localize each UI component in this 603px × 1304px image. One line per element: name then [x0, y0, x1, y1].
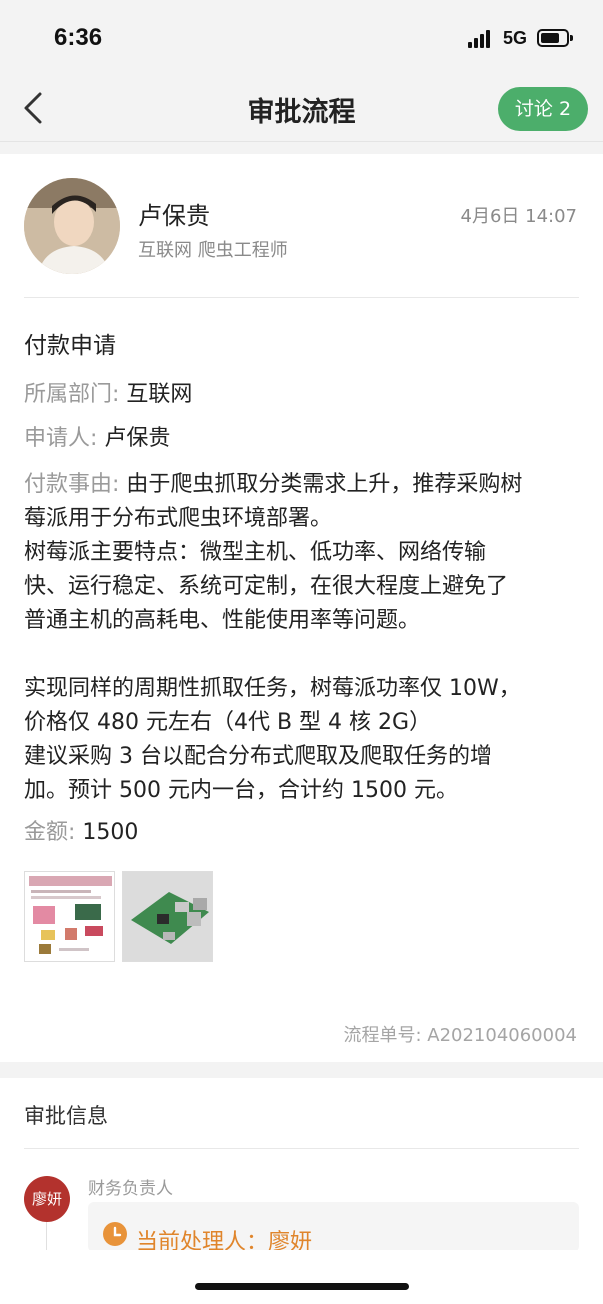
signal-icon — [468, 30, 494, 48]
attachment-thumbnail-2[interactable] — [122, 871, 213, 962]
discuss-button[interactable]: 讨论 2 — [498, 87, 588, 131]
applicant-role: 互联网 爬虫工程师 — [138, 240, 288, 261]
current-handler-box: 当前处理人：廖妍 — [88, 1202, 579, 1255]
timeline-line — [46, 1222, 47, 1252]
reason-line: 加。预计 500 元内一台，合计约 1500 元。 — [24, 778, 458, 803]
avatar-photo-icon — [24, 178, 120, 274]
home-indicator[interactable] — [195, 1283, 409, 1290]
nav-bar: 审批流程 讨论 2 — [0, 78, 603, 142]
reason-line: 树莓派主要特点：微型主机、低功率、网络传输 — [24, 540, 487, 565]
reason-text: 由于爬虫抓取分类需求上升，推荐采购树 — [126, 472, 523, 497]
reason-line: 付款事由: 由于爬虫抓取分类需求上升，推荐采购树 — [24, 468, 582, 502]
amount-field: 金额: 1500 — [24, 816, 584, 850]
reason-line: 莓派用于分布式爬虫环境部署。 — [24, 506, 333, 531]
amount-value: 1500 — [82, 820, 139, 845]
applicant-label: 申请人: — [24, 426, 98, 451]
attachment-thumbnail-1[interactable] — [24, 871, 115, 962]
department-field: 所属部门: 互联网 — [24, 378, 584, 412]
battery-icon — [537, 29, 573, 47]
circuit-board-image-icon — [123, 872, 212, 961]
bottom-area — [0, 1250, 603, 1304]
avatar[interactable] — [24, 178, 120, 274]
amount-label: 金额: — [24, 820, 76, 845]
status-time: 6:36 — [54, 24, 103, 51]
reason-line: 价格仅 480 元左右（4代 B 型 4 核 2G） — [24, 710, 432, 735]
applicant-value: 卢保贵 — [104, 426, 171, 451]
reason-field: 付款事由: 由于爬虫抓取分类需求上升，推荐采购树 莓派用于分布式爬虫环境部署。 … — [24, 468, 582, 808]
reason-label: 付款事由: — [24, 472, 120, 497]
status-bar: 6:36 5G — [0, 0, 603, 78]
document-image-icon — [25, 872, 114, 961]
department-label: 所属部门: — [24, 382, 120, 407]
section-gap — [0, 1062, 603, 1078]
approver-avatar[interactable]: 廖妍 — [24, 1176, 70, 1222]
reason-line: 快、运行稳定、系统可定制，在很大程度上避免了 — [24, 574, 509, 599]
section-gap — [0, 142, 603, 154]
applicant-field: 申请人: 卢保贵 — [24, 422, 584, 456]
network-type: 5G — [503, 28, 528, 48]
form-title: 付款申请 — [24, 333, 116, 359]
applicant-name: 卢保贵 — [138, 202, 210, 230]
clock-icon — [103, 1222, 127, 1246]
approval-step-role: 财务负责人 — [88, 1179, 173, 1199]
department-value: 互联网 — [126, 382, 193, 407]
submit-time: 4月6日 14:07 — [460, 206, 578, 227]
flow-number: 流程单号: A202104060004 — [343, 1025, 577, 1046]
reason-line: 实现同样的周期性抓取任务，树莓派功率仅 10W， — [24, 676, 521, 701]
reason-line: 建议采购 3 台以配合分布式爬取及爬取任务的增 — [24, 744, 492, 769]
reason-line: 普通主机的高耗电、性能使用率等问题。 — [24, 608, 421, 633]
approval-section-title: 审批信息 — [24, 1104, 108, 1128]
divider — [24, 1148, 579, 1149]
divider — [24, 297, 579, 298]
